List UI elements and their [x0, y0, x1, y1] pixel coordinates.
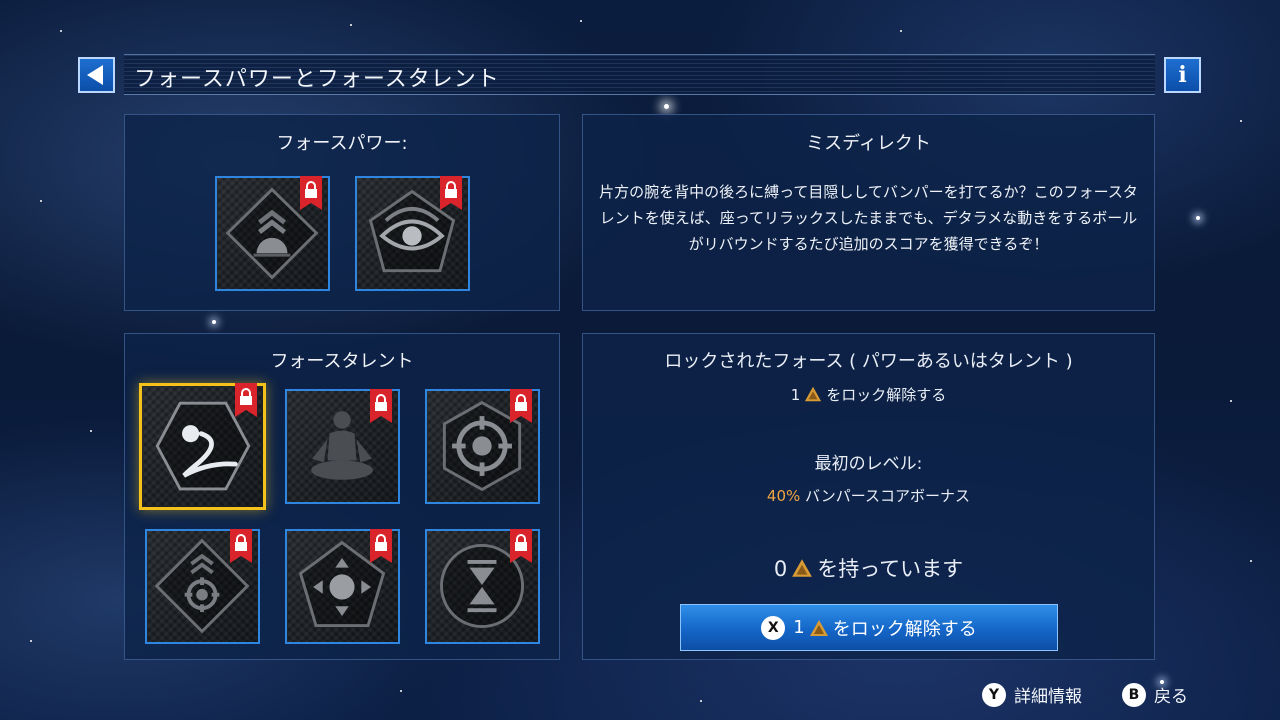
lock-icon: [300, 176, 322, 210]
back-arrow-icon: [87, 65, 103, 85]
title-bar: フォースパワーとフォースタレント: [124, 54, 1155, 95]
talent-tile-5[interactable]: [285, 529, 400, 644]
first-level-bonus: 40% バンパースコアボーナス: [583, 485, 1154, 506]
page-title: フォースパワーとフォースタレント: [134, 67, 500, 92]
unlock-cost-line: 1 をロック解除する: [583, 384, 1154, 405]
x-button-icon: X: [761, 615, 786, 640]
unlock-cost-value: 1: [790, 386, 801, 404]
unlock-button-label: をロック解除する: [832, 618, 977, 640]
owned-points-value: 0: [773, 557, 788, 581]
lock-icon: [510, 389, 532, 423]
lock-icon: [235, 383, 257, 417]
talent-description: 片方の腕を背中の後ろに縛って目隠ししてバンパーを打てるか？このフォースタレントを…: [599, 183, 1138, 253]
back-button[interactable]: [78, 57, 115, 93]
lock-icon: [230, 529, 252, 563]
owned-points-suffix: を持っています: [817, 557, 964, 581]
locked-force-panel: ロックされたフォース ( パワーあるいはタレント ) 1 をロック解除する 最初の…: [582, 333, 1155, 660]
unlock-button-value: 1: [793, 617, 805, 638]
locked-force-title: ロックされたフォース ( パワーあるいはタレント ): [664, 351, 1073, 372]
lock-icon: [510, 529, 532, 563]
lock-icon: [440, 176, 462, 210]
power-tile-1[interactable]: [215, 176, 330, 291]
back-hint[interactable]: B 戻る: [1122, 682, 1188, 707]
force-point-icon: [805, 386, 822, 402]
force-talents-panel: フォースタレント: [124, 333, 560, 660]
lock-icon: [370, 389, 392, 423]
power-tile-2[interactable]: [355, 176, 470, 291]
talent-tile-2[interactable]: [285, 389, 400, 504]
unlock-cost-suffix: をロック解除する: [826, 386, 947, 404]
bonus-percent: 40%: [766, 487, 801, 505]
owned-points-line: 0 を持っています: [583, 553, 1154, 583]
info-button[interactable]: i: [1164, 57, 1201, 93]
force-powers-title: フォースパワー:: [276, 133, 408, 154]
talent-tile-4[interactable]: [145, 529, 260, 644]
lock-icon: [370, 529, 392, 563]
details-hint[interactable]: Y 詳細情報: [982, 682, 1082, 707]
y-button-icon: Y: [982, 682, 1006, 707]
force-talents-title: フォースタレント: [270, 351, 414, 372]
force-point-icon: [792, 559, 813, 577]
back-hint-label: 戻る: [1154, 687, 1188, 707]
talent-name: ミスディレクト: [806, 133, 931, 154]
unlock-button[interactable]: X 1 をロック解除する: [680, 604, 1058, 651]
b-button-icon: B: [1122, 682, 1146, 707]
bonus-text: バンパースコアボーナス: [805, 487, 971, 505]
force-point-icon: [809, 619, 828, 636]
force-powers-panel: フォースパワー:: [124, 114, 560, 311]
first-level-title: 最初のレベル:: [814, 454, 923, 474]
details-hint-label: 詳細情報: [1014, 687, 1082, 707]
description-panel: ミスディレクト 片方の腕を背中の後ろに縛って目隠ししてバンパーを打てるか？このフ…: [582, 114, 1155, 311]
talent-tile-3[interactable]: [425, 389, 540, 504]
talent-tile-6[interactable]: [425, 529, 540, 644]
talent-tile-1[interactable]: [139, 383, 266, 510]
